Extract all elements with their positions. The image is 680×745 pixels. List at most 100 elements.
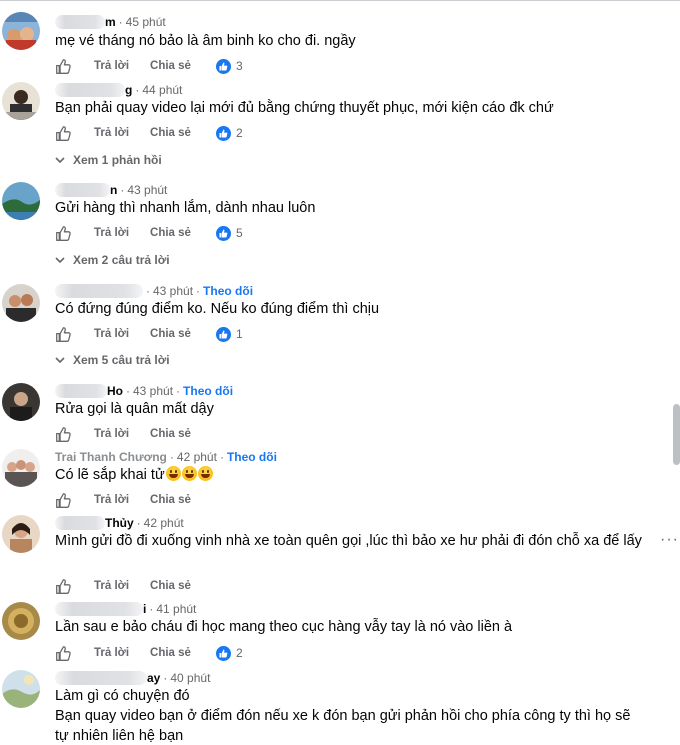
view-replies-label: Xem 2 câu trả lời [73,253,170,267]
like-icon[interactable] [55,326,72,343]
reply-button[interactable]: Trả lời [94,580,129,592]
author-name[interactable]: Thủy [55,516,134,531]
share-button[interactable]: Chia sẻ [150,227,191,239]
share-button[interactable]: Chia sẻ [150,328,191,340]
share-button[interactable]: Chia sẻ [150,428,191,440]
follow-button[interactable]: Theo dõi [183,384,233,398]
avatar[interactable] [2,602,40,640]
like-icon[interactable] [55,58,72,75]
like-reaction-icon [215,225,231,241]
author-name[interactable] [55,284,143,299]
timestamp[interactable]: 42 phút [144,516,184,530]
author-name[interactable]: g [55,83,132,98]
top-border [0,0,680,8]
share-button[interactable]: Chia sẻ [150,127,191,139]
more-options-icon[interactable]: ··· [660,531,679,549]
avatar[interactable] [2,182,40,220]
timestamp[interactable]: 45 phút [126,15,166,29]
like-reaction-icon [215,125,231,141]
grinning-emoji-icon [197,466,213,481]
separator: · [118,15,123,29]
reply-button[interactable]: Trả lời [94,647,129,659]
avatar[interactable] [2,12,40,50]
avatar[interactable] [2,82,40,120]
grinning-emoji-icon [181,466,197,481]
like-icon[interactable] [55,125,72,142]
reply-button[interactable]: Trả lời [94,227,129,239]
comment-actions: Trả lời Chia sẻ 5 [55,224,243,242]
comment-header: m · 45 phút [55,13,166,31]
reaction-count: 3 [235,59,243,73]
view-replies-label: Xem 1 phản hồi [73,153,162,167]
separator: · [219,450,224,464]
view-replies-button[interactable]: Xem 2 câu trả lời [55,251,170,269]
author-name[interactable]: ay [55,671,160,686]
like-icon[interactable] [55,225,72,242]
author-name[interactable]: n [55,183,117,198]
timestamp[interactable]: 42 phút [177,450,217,464]
like-reaction-icon [215,326,231,342]
avatar[interactable] [2,670,40,708]
comment-text: Rửa gọi là quân mất dậy [55,401,214,417]
like-icon[interactable] [55,426,72,443]
separator: · [135,83,140,97]
like-reaction-icon [215,58,231,74]
timestamp[interactable]: 40 phút [170,671,210,685]
comment-text: Làm gì có chuyện đó Bạn quay video bạn ở… [55,688,631,744]
comment-actions: Trả lời Chia sẻ [55,491,212,509]
reply-button[interactable]: Trả lời [94,60,129,72]
timestamp[interactable]: 43 phút [127,183,167,197]
share-button[interactable]: Chia sẻ [150,580,191,592]
like-icon[interactable] [55,578,72,595]
comment-text: Mình gửi đồ đi xuống vinh nhà xe toàn qu… [55,533,642,549]
separator: · [149,602,154,616]
view-replies-button[interactable]: Xem 1 phản hồi [55,151,162,169]
reaction-count: 2 [235,126,243,140]
follow-button[interactable]: Theo dõi [203,284,253,298]
reaction-summary[interactable]: 2 [215,645,243,661]
avatar[interactable] [2,449,40,487]
author-name[interactable]: m [55,15,116,30]
comment-actions: Trả lời Chia sẻ 2 [55,124,243,142]
separator: · [146,284,150,298]
reaction-summary[interactable]: 2 [215,125,243,141]
view-replies-label: Xem 5 câu trả lời [73,353,170,367]
comment-text: Có đứng đúng điểm ko. Nếu ko đúng điểm t… [55,301,380,317]
comment-text: Lần sau e bảo cháu đi học mang theo cục … [55,619,513,635]
reply-button[interactable]: Trả lời [94,328,129,340]
separator: · [196,284,201,298]
comment-text-content: Có lẽ sắp khai tử [55,467,165,483]
timestamp[interactable]: 43 phút [133,384,173,398]
follow-button[interactable]: Theo dõi [227,450,277,464]
reply-button[interactable]: Trả lời [94,494,129,506]
author-name[interactable]: Trai Thanh Chương [55,450,167,464]
like-icon[interactable] [55,645,72,662]
reaction-summary[interactable]: 3 [215,58,243,74]
timestamp[interactable]: 41 phút [156,602,196,616]
avatar[interactable] [2,383,40,421]
avatar[interactable] [2,515,40,553]
share-button[interactable]: Chia sẻ [150,60,191,72]
author-name[interactable]: Ho [55,384,123,399]
comment-text: Bạn phải quay video lại mới đủ bằng chứn… [55,100,554,116]
avatar[interactable] [2,284,40,322]
timestamp[interactable]: 43 phút [153,284,193,298]
reaction-summary[interactable]: 5 [215,225,243,241]
author-name[interactable]: i [55,602,146,617]
comment-actions: Trả lời Chia sẻ [55,425,212,443]
view-replies-button[interactable]: Xem 5 câu trả lời [55,351,170,369]
like-reaction-icon [215,645,231,661]
reply-button[interactable]: Trả lời [94,127,129,139]
scrollbar[interactable] [673,404,680,465]
grinning-emoji-icon [165,466,181,481]
separator: · [136,516,141,530]
timestamp[interactable]: 44 phút [142,83,182,97]
share-button[interactable]: Chia sẻ [150,647,191,659]
comment-text: Có lẽ sắp khai tử [55,465,655,485]
reaction-count: 5 [235,226,243,240]
reaction-summary[interactable]: 1 [215,326,243,342]
share-button[interactable]: Chia sẻ [150,494,191,506]
comment-header: n · 43 phút [55,181,167,199]
like-icon[interactable] [55,492,72,509]
reply-button[interactable]: Trả lời [94,428,129,440]
